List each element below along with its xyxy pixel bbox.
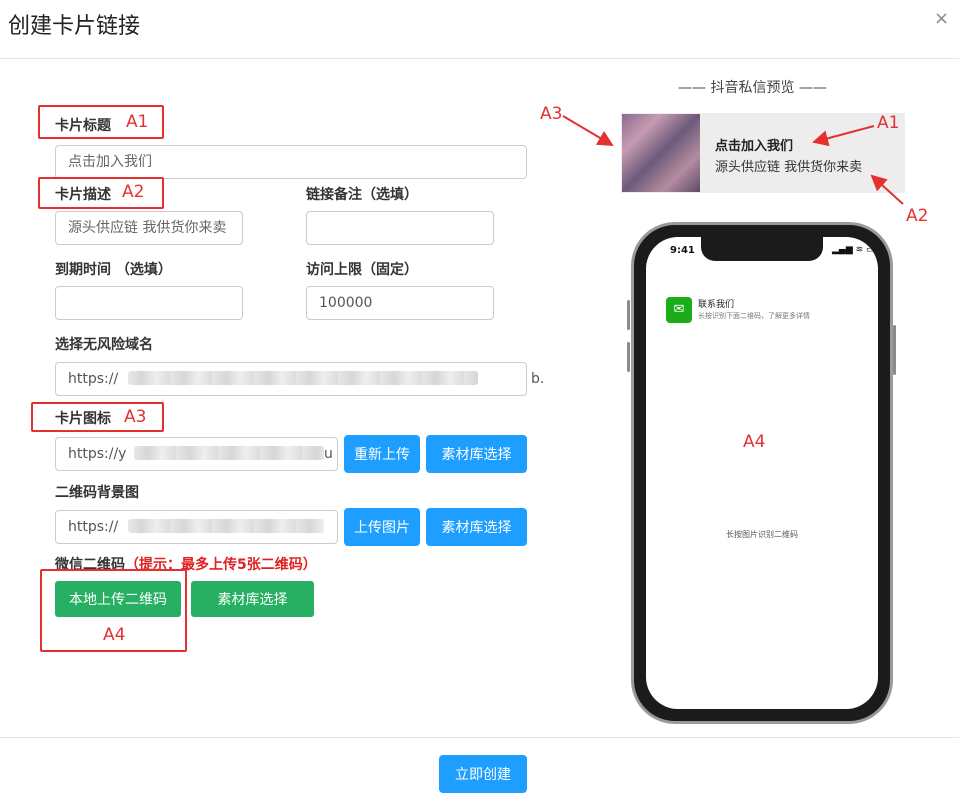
phone-power-button: [893, 325, 896, 375]
preview-title: —— 抖音私信预览 ——: [678, 80, 827, 96]
expire-time-label: 到期时间 （选填）: [55, 262, 172, 278]
qr-library-button[interactable]: 素材库选择: [191, 581, 314, 617]
annotation-box-a2: [38, 177, 164, 209]
close-icon[interactable]: ×: [934, 8, 949, 29]
reupload-button[interactable]: 重新上传: [344, 435, 420, 473]
domain-value-end: b.: [531, 371, 545, 387]
phone-mockup: 9:41 ▂▄▆ ≋ ▭ ✉ 联系我们 长按识别下面二维码，了解更多详情 A4 …: [631, 222, 893, 724]
annotation-a3-left: A3: [124, 407, 147, 427]
card-desc-input[interactable]: [55, 211, 243, 245]
visit-limit-input[interactable]: [306, 286, 494, 320]
header-divider: [0, 58, 959, 59]
card-thumbnail: [622, 114, 700, 192]
dialog-title: 创建卡片链接: [8, 14, 141, 39]
arrow-a3: [562, 115, 614, 147]
qr-bg-library-button[interactable]: 素材库选择: [426, 508, 527, 546]
expire-time-input[interactable]: [55, 286, 243, 320]
link-note-label: 链接备注（选填）: [306, 187, 418, 203]
domain-label: 选择无风险域名: [55, 337, 153, 353]
annotation-a1-left: A1: [126, 112, 149, 132]
qr-hint-text: 长按图片识别二维码: [726, 530, 798, 539]
card-title-input[interactable]: [55, 145, 527, 179]
signal-wifi-battery-icon: ▂▄▆ ≋ ▭: [832, 245, 875, 255]
blurred-domain: [128, 371, 478, 385]
annotation-a4-left: A4: [103, 625, 126, 645]
card-icon-value-end: u: [324, 446, 333, 462]
create-now-button[interactable]: 立即创建: [439, 755, 527, 793]
icon-library-button[interactable]: 素材库选择: [426, 435, 527, 473]
wechat-icon: ✉: [666, 297, 692, 323]
preview-card-title: 点击加入我们: [715, 139, 794, 154]
blurred-card-icon-url: [134, 446, 324, 460]
visit-limit-label: 访问上限（固定）: [306, 262, 418, 278]
domain-value-start: https://: [68, 371, 119, 387]
phone-volume-up: [627, 300, 630, 330]
blurred-qr-bg-url: [128, 519, 324, 533]
qr-bg-value-start: https://: [68, 519, 119, 535]
annotation-a4-phone: A4: [743, 432, 766, 452]
annotation-a3-right: A3: [540, 104, 563, 124]
annotation-a2-right: A2: [906, 206, 929, 226]
status-time: 9:41: [670, 245, 695, 256]
qr-bg-label: 二维码背景图: [55, 485, 139, 501]
card-icon-value-start: https://y: [68, 446, 127, 462]
upload-image-button[interactable]: 上传图片: [344, 508, 420, 546]
preview-card: 点击加入我们 源头供应链 我供货你来卖: [621, 113, 905, 193]
annotation-a1-right: A1: [877, 113, 900, 133]
contact-name: 联系我们: [698, 300, 735, 310]
annotation-a2-left: A2: [122, 182, 145, 202]
preview-card-desc: 源头供应链 我供货你来卖: [715, 160, 863, 175]
link-note-input[interactable]: [306, 211, 494, 245]
phone-screen: 9:41 ▂▄▆ ≋ ▭ ✉ 联系我们 长按识别下面二维码，了解更多详情 A4 …: [646, 237, 878, 709]
phone-volume-down: [627, 342, 630, 372]
contact-subtitle: 长按识别下面二维码，了解更多详情: [698, 312, 810, 320]
footer-divider: [0, 737, 959, 738]
phone-notch: [701, 237, 823, 261]
